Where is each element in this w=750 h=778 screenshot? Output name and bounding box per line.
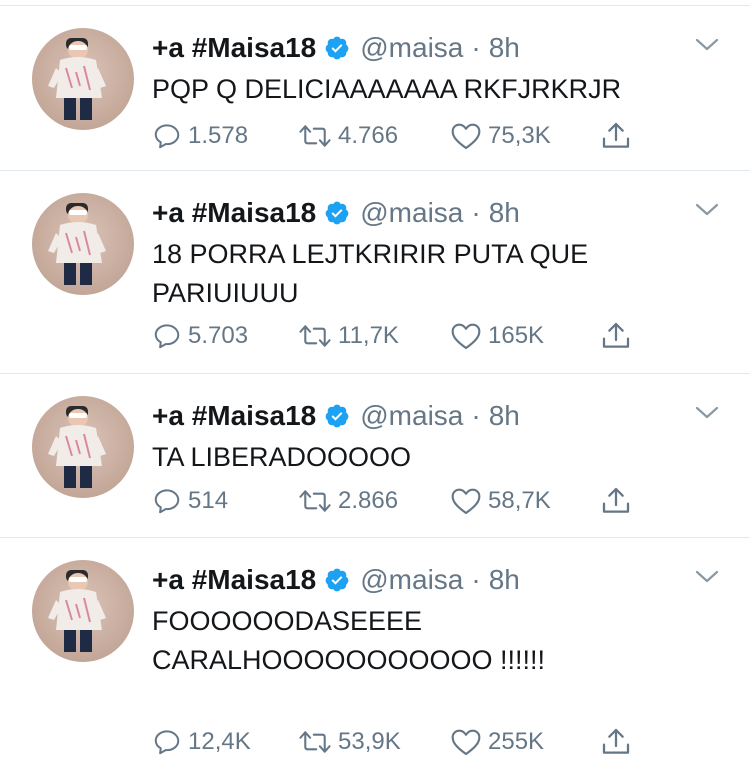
tweet-feed: +a #Maisa18 @maisa · 8h PQP Q DELICIAAAA…	[0, 0, 750, 778]
retweet-count: 4.766	[338, 122, 399, 149]
reply-button[interactable]: 514	[152, 481, 228, 521]
tweet[interactable]: +a #Maisa18 @maisa · 8h TA LIBERADOOOOO …	[0, 374, 750, 538]
display-name[interactable]: +a #Maisa18	[152, 400, 316, 432]
reply-icon	[152, 121, 182, 151]
timestamp[interactable]: 8h	[489, 564, 520, 596]
share-button[interactable]	[600, 316, 638, 356]
tweet-header: +a #Maisa18 @maisa · 8h	[152, 193, 520, 233]
reply-button[interactable]: 5.703	[152, 316, 248, 356]
share-button[interactable]	[600, 722, 638, 762]
reply-button[interactable]: 1.578	[152, 116, 248, 156]
retweet-count: 2.866	[338, 487, 399, 514]
display-name[interactable]: +a #Maisa18	[152, 32, 316, 64]
avatar[interactable]	[32, 560, 134, 662]
share-icon	[600, 726, 632, 758]
retweet-button[interactable]: 11,7K	[298, 316, 399, 356]
heart-icon	[450, 121, 482, 151]
reply-icon	[152, 486, 182, 516]
like-button[interactable]: 58,7K	[450, 481, 551, 521]
chevron-down-icon[interactable]	[694, 400, 720, 426]
display-name[interactable]: +a #Maisa18	[152, 197, 316, 229]
heart-icon	[450, 486, 482, 516]
retweet-icon	[298, 121, 332, 151]
tweet-text: FOOOOOODASEEEE CARALHOOOOOOOOOOO !!!!!!	[152, 606, 546, 675]
share-icon	[600, 320, 632, 352]
avatar-image	[48, 38, 106, 120]
reply-icon	[152, 321, 182, 351]
tweet[interactable]: +a #Maisa18 @maisa · 8h FOOOOOODASEEEE C…	[0, 538, 750, 778]
handle[interactable]: @maisa	[360, 400, 463, 432]
retweet-icon	[298, 486, 332, 516]
separator: ·	[471, 197, 481, 228]
share-button[interactable]	[600, 481, 638, 521]
like-count: 165K	[488, 322, 545, 349]
retweet-icon	[298, 321, 332, 351]
chevron-down-icon[interactable]	[694, 564, 720, 590]
tweet-header: +a #Maisa18 @maisa · 8h	[152, 396, 520, 436]
retweet-count: 11,7K	[338, 322, 399, 349]
reply-button[interactable]: 12,4K	[152, 722, 251, 762]
heart-icon	[450, 321, 482, 351]
like-button[interactable]: 75,3K	[450, 116, 551, 156]
verified-badge-icon	[324, 403, 350, 429]
tweet-header: +a #Maisa18 @maisa · 8h	[152, 28, 520, 68]
retweet-button[interactable]: 4.766	[298, 116, 398, 156]
handle[interactable]: @maisa	[360, 197, 463, 229]
retweet-button[interactable]: 53,9K	[298, 722, 401, 762]
tweet[interactable]: +a #Maisa18 @maisa · 8h 18 PORRA LEJTKRI…	[0, 171, 750, 374]
separator: ·	[471, 400, 481, 431]
tweet[interactable]: +a #Maisa18 @maisa · 8h PQP Q DELICIAAAA…	[0, 5, 750, 171]
like-button[interactable]: 165K	[450, 316, 544, 356]
avatar[interactable]	[32, 193, 134, 295]
avatar[interactable]	[32, 396, 134, 498]
like-count: 58,7K	[488, 487, 551, 514]
like-count: 75,3K	[488, 122, 551, 149]
avatar-image	[48, 570, 106, 652]
verified-badge-icon	[324, 567, 350, 593]
share-icon	[600, 485, 632, 517]
handle[interactable]: @maisa	[360, 564, 463, 596]
display-name[interactable]: +a #Maisa18	[152, 564, 316, 596]
heart-icon	[450, 727, 482, 757]
like-button[interactable]: 255K	[450, 722, 544, 762]
tweet-header: +a #Maisa18 @maisa · 8h	[152, 560, 520, 600]
avatar-image	[48, 203, 106, 285]
verified-badge-icon	[324, 35, 350, 61]
tweet-text: 18 PORRA LEJTKRIRIR PUTA QUE PARIUIUUU	[152, 239, 589, 308]
share-button[interactable]	[600, 116, 638, 156]
chevron-down-icon[interactable]	[694, 197, 720, 223]
separator: ·	[471, 564, 481, 595]
tweet-text: PQP Q DELICIAAAAAAA RKFJRKRJR	[152, 74, 622, 104]
avatar-image	[48, 406, 106, 488]
like-count: 255K	[488, 728, 545, 755]
handle[interactable]: @maisa	[360, 32, 463, 64]
retweet-button[interactable]: 2.866	[298, 481, 398, 521]
timestamp[interactable]: 8h	[489, 197, 520, 229]
retweet-count: 53,9K	[338, 728, 401, 755]
reply-count: 1.578	[188, 122, 249, 149]
retweet-icon	[298, 727, 332, 757]
share-icon	[600, 120, 632, 152]
separator: ·	[471, 32, 481, 63]
verified-badge-icon	[324, 200, 350, 226]
reply-count: 12,4K	[188, 728, 251, 755]
reply-count: 5.703	[188, 322, 249, 349]
timestamp[interactable]: 8h	[489, 400, 520, 432]
timestamp[interactable]: 8h	[489, 32, 520, 64]
reply-count: 514	[188, 487, 229, 514]
chevron-down-icon[interactable]	[694, 32, 720, 58]
avatar[interactable]	[32, 28, 134, 130]
tweet-text: TA LIBERADOOOOO	[152, 442, 412, 472]
reply-icon	[152, 727, 182, 757]
